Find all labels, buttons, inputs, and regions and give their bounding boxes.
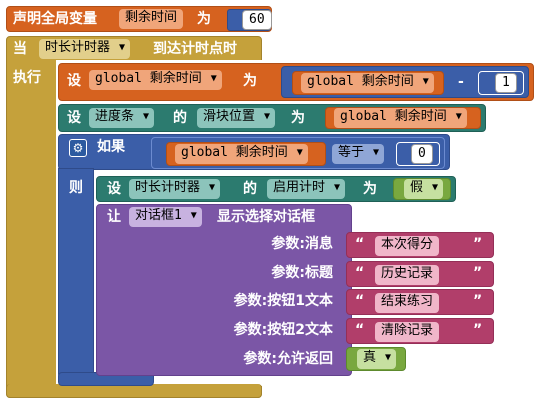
- dropdown-caret-icon: ▼: [190, 210, 197, 221]
- set-global-var-dropdown[interactable]: global 剩余时间 ▼: [89, 70, 222, 90]
- text-block-button2[interactable]: “ 清除记录 ”: [346, 318, 494, 344]
- number-block[interactable]: 60: [227, 9, 272, 31]
- event-when-label: 当: [13, 41, 27, 57]
- param-title-label: 参数:标题: [271, 265, 333, 281]
- set-label: 设: [67, 110, 81, 126]
- global-declaration-to-label: 为: [197, 11, 211, 27]
- slider-property-dropdown[interactable]: 滑块位置 ▼: [197, 108, 276, 128]
- get-global-block[interactable]: global 剩余时间 ▼: [166, 142, 326, 166]
- of-label: 的: [243, 181, 257, 197]
- param-cancelable-label: 参数:允许返回: [243, 351, 333, 367]
- open-quote-icon: “: [355, 322, 365, 338]
- get-global-block[interactable]: global 剩余时间 ▼: [325, 107, 481, 129]
- set-slider-block[interactable]: 设 进度条 ▼ 的 滑块位置 ▼ 为 global 剩余时间 ▼: [58, 104, 486, 132]
- close-quote-icon: ”: [473, 236, 483, 252]
- open-quote-icon: “: [355, 236, 365, 252]
- boolean-block-cancelable[interactable]: 真 ▼: [346, 347, 406, 371]
- close-quote-icon: ”: [473, 322, 483, 338]
- dropdown-caret-icon: ▼: [431, 182, 439, 193]
- number-value-field[interactable]: 0: [411, 144, 433, 164]
- global-declaration-label: 声明全局变量: [13, 11, 97, 27]
- text-block-title[interactable]: “ 历史记录 ”: [346, 261, 494, 287]
- text-block-button1[interactable]: “ 结束练习 ”: [346, 289, 494, 315]
- subtract-block[interactable]: global 剩余时间 ▼ - 1: [281, 66, 529, 98]
- event-component-dropdown[interactable]: 时长计时器 ▼: [39, 39, 131, 59]
- event-do-label: 执行: [13, 70, 41, 86]
- gear-icon[interactable]: ⚙: [69, 139, 87, 157]
- timer-component-dropdown[interactable]: 时长计时器 ▼: [129, 179, 221, 199]
- compare-block[interactable]: global 剩余时间 ▼ 等于 ▼ 0: [151, 137, 445, 169]
- text-value-field[interactable]: 本次得分: [375, 236, 440, 256]
- text-value-field[interactable]: 历史记录: [375, 265, 440, 285]
- boolean-dropdown[interactable]: 假 ▼: [404, 179, 444, 199]
- dropdown-caret-icon: ▼: [210, 73, 217, 84]
- close-quote-icon: ”: [473, 293, 483, 309]
- dialog-component-dropdown[interactable]: 对话框1 ▼: [129, 207, 202, 227]
- event-bottom-bar: [6, 384, 262, 398]
- global-var-name-field[interactable]: 剩余时间: [119, 9, 184, 29]
- if-label: 如果: [97, 139, 125, 155]
- subtract-operator: -: [458, 74, 464, 90]
- number-value-field[interactable]: 1: [495, 73, 517, 93]
- set-global-block[interactable]: 设 global 剩余时间 ▼ 为 global 剩余时间 ▼ - 1: [58, 63, 534, 101]
- dropdown-caret-icon: ▼: [263, 111, 271, 122]
- boolean-block[interactable]: 假 ▼: [393, 178, 451, 200]
- dropdown-caret-icon: ▼: [422, 76, 429, 87]
- if-block[interactable]: ⚙ 如果 global 剩余时间 ▼ 等于 ▼ 0: [58, 134, 450, 170]
- global-declaration-block[interactable]: 声明全局变量 剩余时间 为 60: [6, 6, 272, 32]
- compare-operator-dropdown[interactable]: 等于 ▼: [332, 144, 385, 164]
- slider-component-dropdown[interactable]: 进度条 ▼: [89, 108, 155, 128]
- close-quote-icon: ”: [473, 265, 483, 281]
- get-global-var-dropdown[interactable]: global 剩余时间 ▼: [301, 73, 434, 93]
- then-label: 则: [69, 180, 83, 196]
- param-button1-label: 参数:按钮1文本: [233, 293, 333, 309]
- dropdown-caret-icon: ▼: [208, 182, 216, 193]
- param-button2-label: 参数:按钮2文本: [233, 322, 333, 338]
- text-block-message[interactable]: “ 本次得分 ”: [346, 232, 494, 258]
- dropdown-caret-icon: ▼: [372, 147, 380, 158]
- open-quote-icon: “: [355, 293, 365, 309]
- param-message-label: 参数:消息: [271, 236, 333, 252]
- event-name-label: 到达计时点时: [153, 41, 237, 57]
- get-global-var-dropdown[interactable]: global 剩余时间 ▼: [334, 108, 467, 128]
- set-to-label: 为: [363, 181, 377, 197]
- dropdown-caret-icon: ▼: [118, 42, 126, 53]
- set-label: 设: [67, 73, 81, 89]
- set-timer-block[interactable]: 设 时长计时器 ▼ 的 启用计时 ▼ 为 假 ▼: [96, 176, 456, 202]
- text-value-field[interactable]: 清除记录: [375, 322, 440, 342]
- get-global-block[interactable]: global 剩余时间 ▼: [292, 71, 444, 95]
- set-label: 设: [107, 181, 121, 197]
- call-label: 让: [107, 209, 121, 225]
- dropdown-caret-icon: ▼: [142, 111, 150, 122]
- dropdown-caret-icon: ▼: [296, 147, 303, 158]
- timer-property-dropdown[interactable]: 启用计时 ▼: [267, 179, 346, 199]
- dropdown-caret-icon: ▼: [333, 182, 341, 193]
- set-to-label: 为: [243, 73, 257, 89]
- boolean-dropdown[interactable]: 真 ▼: [357, 349, 397, 369]
- number-block[interactable]: 0: [396, 142, 440, 166]
- number-value-field[interactable]: 60: [242, 10, 272, 30]
- number-block[interactable]: 1: [478, 71, 524, 95]
- dropdown-caret-icon: ▼: [455, 111, 462, 122]
- show-choose-dialog-block[interactable]: 让 对话框1 ▼ 显示选择对话框 参数:消息 参数:标题 参数:按钮1文本 参数:…: [96, 204, 352, 376]
- text-value-field[interactable]: 结束练习: [375, 293, 440, 313]
- if-spine: 则: [58, 168, 94, 378]
- dialog-method-label: 显示选择对话框: [217, 209, 315, 225]
- set-to-label: 为: [291, 110, 305, 126]
- of-label: 的: [173, 110, 187, 126]
- dropdown-caret-icon: ▼: [384, 352, 392, 363]
- open-quote-icon: “: [355, 265, 365, 281]
- global-var-name: 剩余时间: [125, 10, 178, 25]
- get-global-var-dropdown[interactable]: global 剩余时间 ▼: [175, 144, 308, 164]
